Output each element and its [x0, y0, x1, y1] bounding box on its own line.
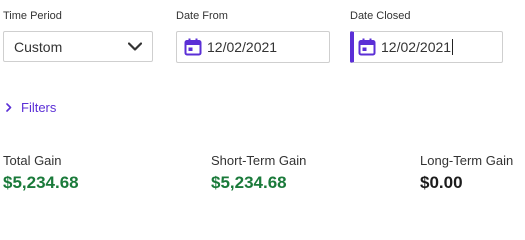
calendar-icon[interactable]	[184, 38, 207, 56]
date-from-label: Date From	[176, 10, 228, 22]
filters-toggle[interactable]: Filters	[6, 100, 56, 115]
calendar-icon[interactable]	[358, 38, 381, 56]
time-period-label: Time Period	[3, 10, 62, 22]
chevron-right-icon	[6, 103, 21, 112]
long-term-gain-label: Long-Term Gain	[420, 153, 514, 168]
time-period-value: Custom	[14, 38, 63, 55]
chevron-down-icon	[128, 42, 142, 51]
date-closed-input[interactable]: 12/02/2021	[350, 31, 503, 63]
short-term-gain-label: Short-Term Gain	[211, 153, 307, 168]
text-cursor	[452, 39, 454, 55]
long-term-gain-value: $0.00	[420, 173, 463, 192]
date-from-value: 12/02/2021	[207, 39, 278, 55]
filters-label: Filters	[21, 100, 57, 115]
date-from-input[interactable]: 12/02/2021	[176, 31, 330, 63]
short-term-gain-value: $5,234.68	[211, 173, 287, 192]
date-closed-value: 12/02/2021	[381, 39, 452, 55]
total-gain-label: Total Gain	[3, 153, 62, 168]
total-gain-value: $5,234.68	[3, 173, 79, 192]
date-closed-label: Date Closed	[350, 10, 411, 22]
time-period-select[interactable]: Custom	[3, 31, 153, 62]
